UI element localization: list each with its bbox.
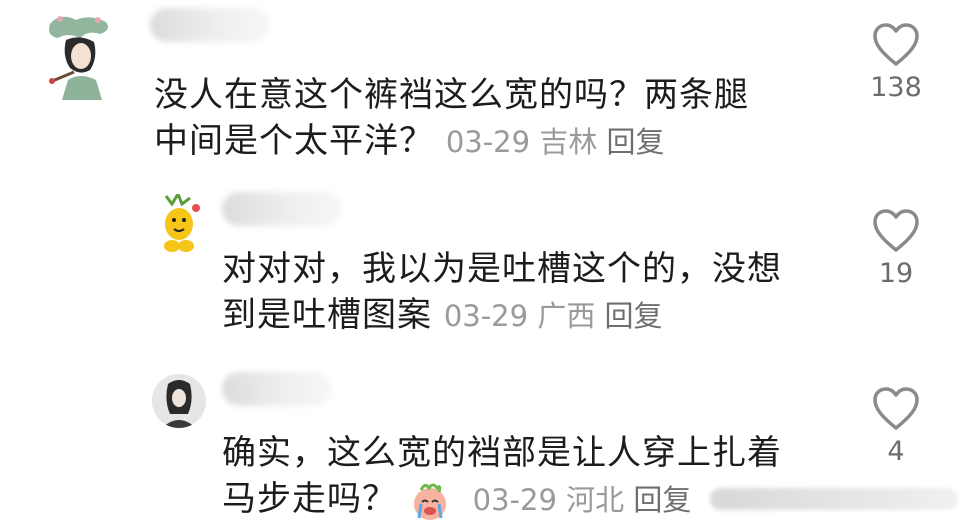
like-count: 4 [887,436,905,467]
comment-text-line-2: 马步走吗？ [222,479,397,519]
comment-1: 没人在意这个裤裆这么宽的吗？两条腿 中间是个太平洋？ 03-29 吉林 回复 1… [0,0,960,180]
comment-text-line-2: 到是吐槽图案 [222,295,432,335]
heart-outline-icon [873,209,919,252]
user-avatar[interactable] [152,194,206,254]
crying-face-emoji-icon [413,483,446,520]
avatar-illustration-icon [49,16,108,100]
reply-button[interactable]: 回复 [607,125,665,159]
comment-2: 对对对，我以为是吐槽这个的，没想 到是吐槽图案 03-29 广西 回复 19 [0,180,960,360]
comment-location: 河北 [566,483,625,517]
username-redacted[interactable] [150,8,270,42]
comment-location: 广西 [537,299,596,333]
comment-text-line-2-row: 中间是个太平洋？ 03-29 吉林 回复 [154,118,749,165]
avatar-photo-icon [152,374,206,428]
comment-text-line-2-row: 到是吐槽图案 03-29 广西 回复 [222,292,782,339]
like-button[interactable]: 138 [866,22,926,103]
username-redacted[interactable] [222,192,342,226]
comment-meta: 03-29 河北 回复 [473,483,692,517]
comment-text: 对对对，我以为是吐槽这个的，没想 到是吐槽图案 03-29 广西 回复 [222,246,782,339]
comment-meta: 03-29 吉林 回复 [446,125,665,159]
heart-outline-icon [873,23,919,66]
comment-text: 确实，这么宽的裆部是让人穿上扎着 马步走吗？ 03-29 河北 回复 [222,430,782,523]
like-button[interactable]: 4 [866,386,926,467]
comment-date: 03-29 [472,483,557,517]
comment-text-line-1: 对对对，我以为是吐槽这个的，没想 [222,249,782,289]
comment-meta: 03-29 广西 回复 [444,299,663,333]
like-count: 19 [878,258,914,289]
comment-text-line-2: 中间是个太平洋？ [154,121,434,161]
like-count: 138 [870,72,922,103]
comment-date: 03-29 [445,125,531,159]
comment-text: 没人在意这个裤裆这么宽的吗？两条腿 中间是个太平洋？ 03-29 吉林 回复 [154,72,749,165]
user-avatar[interactable] [40,10,120,100]
reply-button[interactable]: 回复 [633,483,691,517]
like-button[interactable]: 19 [866,208,926,289]
watermark-redacted [710,488,958,510]
heart-outline-icon [873,387,919,430]
comment-text-line-1: 没人在意这个裤裆这么宽的吗？两条腿 [154,75,749,115]
comment-location: 吉林 [539,125,598,159]
comment-date: 03-29 [443,299,529,333]
user-avatar[interactable] [152,374,206,428]
comment-text-line-2-row: 马步走吗？ 03-29 河北 回复 [222,476,782,523]
avatar-cartoon-icon [164,194,200,252]
comment-3: 确实，这么宽的裆部是让人穿上扎着 马步走吗？ 03-29 河北 回复 4 [0,360,960,522]
comment-text-line-1: 确实，这么宽的裆部是让人穿上扎着 [222,433,782,473]
username-redacted[interactable] [222,372,332,406]
reply-button[interactable]: 回复 [605,299,663,333]
